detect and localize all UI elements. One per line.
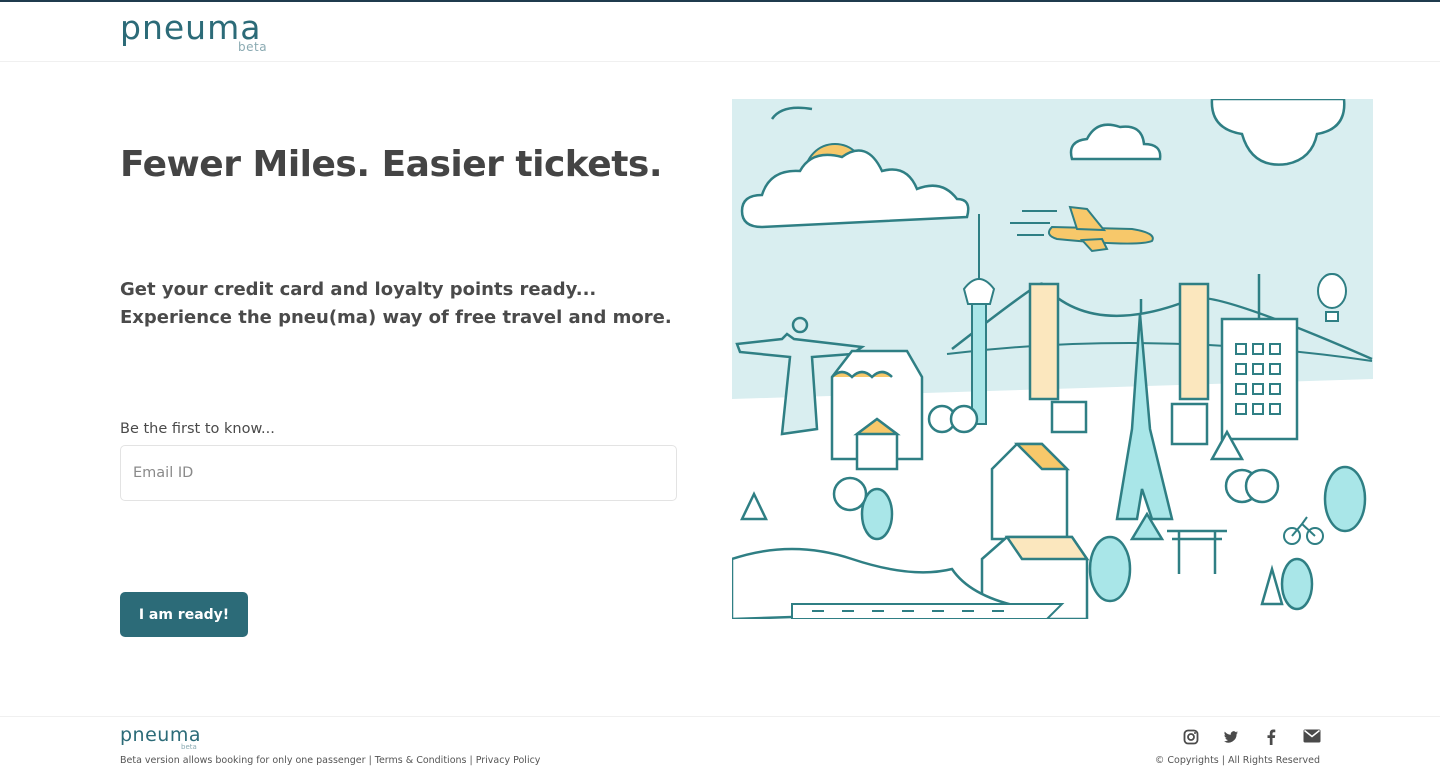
footer-logo[interactable]: pneuma beta [120,723,210,753]
copyright-text: © Copyrights | All Rights Reserved [1154,755,1320,766]
privacy-link[interactable]: Privacy Policy [476,755,541,766]
footer-separator: | [469,755,473,766]
instagram-icon[interactable] [1183,729,1201,747]
site-footer: pneuma beta Beta version allows booking … [0,716,1440,779]
terms-link[interactable]: Terms & Conditions [375,755,467,766]
illustration-svg [732,99,1373,619]
beta-note: Beta version allows booking for only one… [120,755,366,766]
twitter-icon[interactable] [1223,729,1241,747]
email-field[interactable] [120,445,677,501]
brand-logo[interactable]: pneuma beta [120,8,280,54]
hero-subtitle-line1: Get your credit card and loyalty points … [120,279,597,300]
city-travel-illustration [732,99,1373,619]
facebook-icon[interactable] [1266,729,1284,747]
footer-links: Beta version allows booking for only one… [120,755,540,766]
submit-button[interactable]: I am ready! [120,592,248,637]
hero-title: Fewer Miles. Easier tickets. [120,144,663,185]
mail-icon[interactable] [1303,729,1321,747]
logo-beta-badge: beta [238,40,268,54]
hero-subtitle-line2: Experience the pneu(ma) way of free trav… [120,307,672,328]
footer-separator: | [368,755,372,766]
site-header: pneuma beta [0,2,1440,62]
email-field-label: Be the first to know... [120,421,275,437]
footer-logo-beta-badge: beta [181,743,197,751]
